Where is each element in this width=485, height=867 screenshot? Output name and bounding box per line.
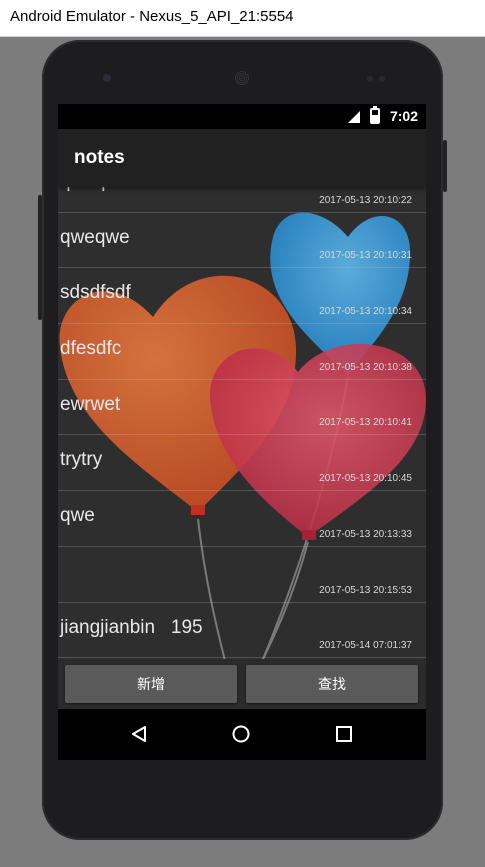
note-text: qweqwe <box>60 226 130 248</box>
list-item[interactable]: 2017-05-13 20:15:53 <box>58 547 426 603</box>
front-camera <box>103 74 111 82</box>
list-item[interactable]: ewrwet 2017-05-13 20:10:41 <box>58 380 426 436</box>
emulator-window-title: Android Emulator - Nexus_5_API_21:5554 <box>10 8 294 25</box>
note-timestamp: 2017-05-13 20:10:45 <box>319 473 412 485</box>
list-item[interactable]: qwe 2017-05-13 20:13:33 <box>58 491 426 547</box>
note-timestamp: 2017-05-13 20:15:53 <box>319 584 412 596</box>
note-text: qweqwe <box>60 187 130 193</box>
note-text: trytry <box>60 449 103 471</box>
note-timestamp: 2017-05-13 20:10:38 <box>319 361 412 373</box>
note-timestamp: 2017-05-13 20:10:34 <box>319 306 412 318</box>
add-button[interactable]: 新增 <box>65 665 237 703</box>
note-timestamp: 2017-05-13 20:10:22 <box>319 194 412 206</box>
action-bar: 新增 查找 <box>58 659 426 709</box>
emulator-titlebar: Android Emulator - Nexus_5_API_21:5554 <box>0 0 485 37</box>
note-timestamp: 2017-05-14 07:01:37 <box>319 640 412 652</box>
note-timestamp: 2017-05-13 20:10:31 <box>319 250 412 262</box>
recent-square-icon[interactable] <box>336 726 352 742</box>
home-circle-icon[interactable] <box>232 725 250 743</box>
app-title: notes <box>74 147 125 168</box>
find-button[interactable]: 查找 <box>246 665 418 703</box>
note-text: dfesdfc <box>60 338 122 360</box>
note-text: jiangjianbin 195 <box>60 616 203 638</box>
device-screen: 7:02 notes 2017-05-13 20:10:22 qweqwe 20… <box>58 104 426 760</box>
proximity-sensor <box>367 76 373 82</box>
list-item[interactable]: qweqwe 2017-05-13 20:10:31 <box>58 213 426 269</box>
list-item[interactable]: trytry 2017-05-13 20:10:45 <box>58 435 426 492</box>
navigation-bar <box>58 709 426 760</box>
list-item[interactable]: dfesdfc 2017-05-13 20:10:38 <box>58 324 426 380</box>
list-item[interactable]: jiangjianbin 195 2017-05-14 07:01:37 <box>58 603 426 659</box>
earpiece-speaker <box>234 70 250 86</box>
note-timestamp: 2017-05-13 20:10:41 <box>319 417 412 429</box>
notes-list-area[interactable]: qweqwe 2017-05-13 20:10:22 qweqwe 2017-0… <box>58 187 426 659</box>
volume-button[interactable] <box>38 195 42 320</box>
app-bar: notes <box>58 129 426 187</box>
list-item[interactable]: sdsdfsdf 2017-05-13 20:10:34 <box>58 268 426 325</box>
signal-icon <box>348 111 360 123</box>
status-bar: 7:02 <box>58 104 426 129</box>
power-button[interactable] <box>443 140 447 192</box>
note-text: ewrwet <box>60 393 121 415</box>
notes-list: qweqwe 2017-05-13 20:10:22 qweqwe 2017-0… <box>58 187 426 659</box>
light-sensor <box>379 76 385 82</box>
list-item[interactable]: qweqwe 2017-05-13 20:10:22 <box>58 187 426 213</box>
note-text: qwe <box>60 505 95 527</box>
note-text: sdsdfsdf <box>60 282 131 304</box>
status-time: 7:02 <box>389 108 418 124</box>
back-triangle-icon[interactable] <box>130 725 148 743</box>
battery-charging-icon <box>370 106 380 124</box>
note-timestamp: 2017-05-13 20:13:33 <box>319 528 412 540</box>
